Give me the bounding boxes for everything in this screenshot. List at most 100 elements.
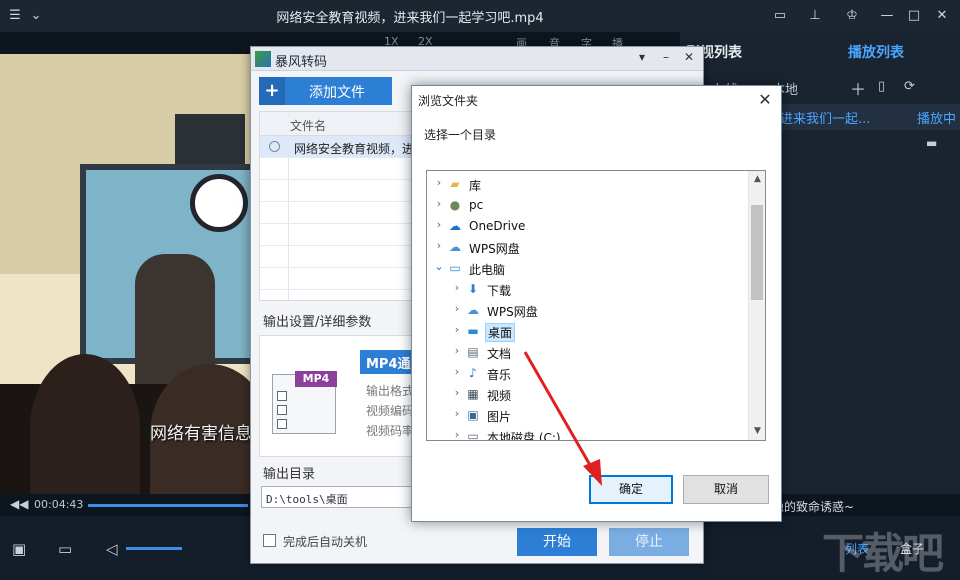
chevron-right-icon[interactable]: › bbox=[451, 365, 463, 378]
open-folder-icon[interactable]: ▭ bbox=[58, 540, 72, 558]
meta-bitrate: 视频码率 bbox=[366, 424, 415, 438]
tree-node-label: WPS网盘 bbox=[487, 305, 538, 319]
meta-format: 输出格式 bbox=[366, 384, 415, 398]
loop-icon[interactable]: ⟳ bbox=[904, 79, 915, 94]
video-subtitle: 网络有害信息 bbox=[150, 424, 252, 444]
tree-node-label: 图片 bbox=[487, 410, 512, 424]
chevron-right-icon[interactable]: › bbox=[433, 218, 445, 231]
computer-icon: ▭ bbox=[449, 261, 461, 275]
ok-button[interactable]: 确定 bbox=[589, 475, 673, 504]
dialog-title: 浏览文件夹 bbox=[418, 94, 479, 108]
close-icon[interactable]: ✕ bbox=[755, 90, 775, 110]
tree-node-label: OneDrive bbox=[469, 219, 526, 233]
picture-icon: ▣ bbox=[467, 408, 479, 422]
chat-icon[interactable]: ▭ bbox=[771, 7, 789, 25]
close-icon[interactable]: ✕ bbox=[679, 50, 699, 68]
checkbox-glyph bbox=[277, 391, 287, 401]
chevron-right-icon[interactable]: › bbox=[433, 176, 445, 189]
folder-tree: › ▰ 库 › ● pc › ☁ OneDrive › ☁ WPS网盘 ⌄ ▭ … bbox=[426, 170, 766, 441]
chevron-right-icon[interactable]: › bbox=[451, 407, 463, 420]
scroll-thumb[interactable] bbox=[751, 205, 763, 300]
add-file-label: 添加文件 bbox=[309, 85, 365, 101]
table-row bbox=[260, 268, 418, 290]
chevron-right-icon[interactable]: › bbox=[433, 197, 445, 210]
converter-title: 暴风转码 bbox=[275, 55, 328, 70]
browse-folder-dialog: 浏览文件夹 ✕ 选择一个目录 › ▰ 库 › ● pc › ☁ OneDrive… bbox=[411, 85, 782, 522]
table-header: 文件名 bbox=[260, 112, 418, 136]
playlist-item-state: 播放中 bbox=[916, 112, 956, 127]
disk-icon: ▭ bbox=[467, 429, 479, 441]
chevron-right-icon[interactable]: › bbox=[451, 428, 463, 440]
checkbox-glyph bbox=[277, 419, 287, 429]
maximize-icon[interactable]: □ bbox=[905, 7, 923, 25]
scroll-up-icon[interactable]: ▲ bbox=[749, 171, 765, 188]
cloud-icon: ☁ bbox=[449, 219, 461, 233]
stop-button[interactable]: 停止 bbox=[609, 528, 689, 556]
tree-scrollbar[interactable]: ▲ ▼ bbox=[748, 171, 765, 440]
tree-node-label: pc bbox=[469, 198, 484, 212]
chevron-right-icon[interactable]: › bbox=[451, 344, 463, 357]
minimize-icon[interactable]: – bbox=[656, 50, 676, 68]
scroll-down-icon[interactable]: ▼ bbox=[749, 423, 765, 440]
output-settings-label: 输出设置/详细参数 bbox=[263, 315, 372, 330]
column-filename: 文件名 bbox=[290, 119, 327, 133]
volume-icon[interactable]: ◁ bbox=[106, 540, 118, 558]
tree-node-label: 下载 bbox=[487, 284, 512, 298]
dropdown-icon[interactable]: ▾ bbox=[632, 50, 652, 68]
toolbox-icon[interactable]: ▣ bbox=[12, 540, 26, 558]
playlist-item-name: 进来我们一起... bbox=[780, 112, 871, 127]
tree-node-label: 库 bbox=[469, 179, 482, 193]
cloud-icon: ☁ bbox=[449, 240, 461, 254]
tree-node-label: 文档 bbox=[487, 347, 512, 361]
dialog-titlebar: 浏览文件夹 ✕ bbox=[412, 86, 781, 114]
add-file-button[interactable]: + 添加文件 bbox=[259, 77, 392, 105]
file-name: 网络安全教育视频，进 bbox=[294, 142, 415, 156]
tree-node-label: 此电脑 bbox=[469, 263, 506, 277]
folder-icon[interactable]: ▬ bbox=[926, 136, 937, 150]
plus-icon: + bbox=[259, 77, 285, 105]
output-dir-label: 输出目录 bbox=[263, 467, 316, 482]
tab-play-list[interactable]: 播放列表 bbox=[848, 42, 904, 62]
cloud-icon: ☁ bbox=[467, 303, 479, 317]
pin-icon[interactable]: ⊥ bbox=[806, 7, 824, 25]
table-row bbox=[260, 180, 418, 202]
checkbox-glyph bbox=[277, 405, 287, 415]
add-icon[interactable]: ＋ bbox=[850, 76, 866, 100]
skin-icon[interactable]: ♔ bbox=[843, 7, 861, 25]
clock-icon bbox=[269, 141, 280, 152]
cancel-button[interactable]: 取消 bbox=[683, 475, 769, 504]
chevron-right-icon[interactable]: › bbox=[451, 323, 463, 336]
window-title: 网络安全教育视频，进来我们一起学习吧.mp4 bbox=[276, 11, 544, 26]
chevron-right-icon[interactable]: › bbox=[451, 302, 463, 315]
user-icon: ● bbox=[449, 198, 461, 212]
tree-node-label: 桌面 bbox=[485, 323, 516, 342]
table-row bbox=[260, 224, 418, 246]
current-time: 00:04:43 bbox=[34, 498, 84, 511]
chevron-right-icon[interactable]: › bbox=[451, 281, 463, 294]
tree-node-label: 视频 bbox=[487, 389, 512, 403]
table-row[interactable]: 网络安全教育视频，进 bbox=[260, 136, 418, 158]
volume-slider[interactable] bbox=[126, 547, 182, 550]
table-row bbox=[260, 158, 418, 180]
output-dir-input[interactable]: D:\tools\桌面 bbox=[261, 486, 419, 508]
player-titlebar: ☰ ⌄ 网络安全教育视频，进来我们一起学习吧.mp4 ▭ ⊥ ♔ — □ ✕ bbox=[0, 0, 960, 32]
chevron-right-icon[interactable]: › bbox=[451, 386, 463, 399]
converter-logo-icon bbox=[255, 51, 271, 67]
chevron-right-icon[interactable]: › bbox=[433, 239, 445, 252]
delete-file-icon[interactable]: ▯ bbox=[878, 79, 885, 94]
rewind-icon[interactable]: ◀◀ bbox=[10, 497, 28, 511]
converter-titlebar: 暴风转码 ▾ – ✕ bbox=[251, 47, 703, 71]
watermark-logo: 下载吧 bbox=[822, 529, 944, 578]
start-button[interactable]: 开始 bbox=[517, 528, 597, 556]
close-icon[interactable]: ✕ bbox=[933, 7, 951, 25]
tree-node-label: 音乐 bbox=[487, 368, 512, 382]
tree-node-label: 本地磁盘 (C:) bbox=[487, 431, 561, 441]
output-preset-panel[interactable]: MP4 MP4通用 输出格式 视频编码 视频码率 bbox=[259, 335, 420, 457]
mp4-tag: MP4 bbox=[295, 371, 337, 387]
seek-progress[interactable] bbox=[88, 504, 248, 507]
auto-shutdown-checkbox[interactable] bbox=[263, 534, 276, 547]
chevron-down-icon[interactable]: ⌄ bbox=[433, 260, 445, 273]
meta-codec: 视频编码 bbox=[366, 404, 415, 418]
video-scene-head bbox=[30, 354, 140, 494]
minimize-icon[interactable]: — bbox=[878, 7, 896, 25]
